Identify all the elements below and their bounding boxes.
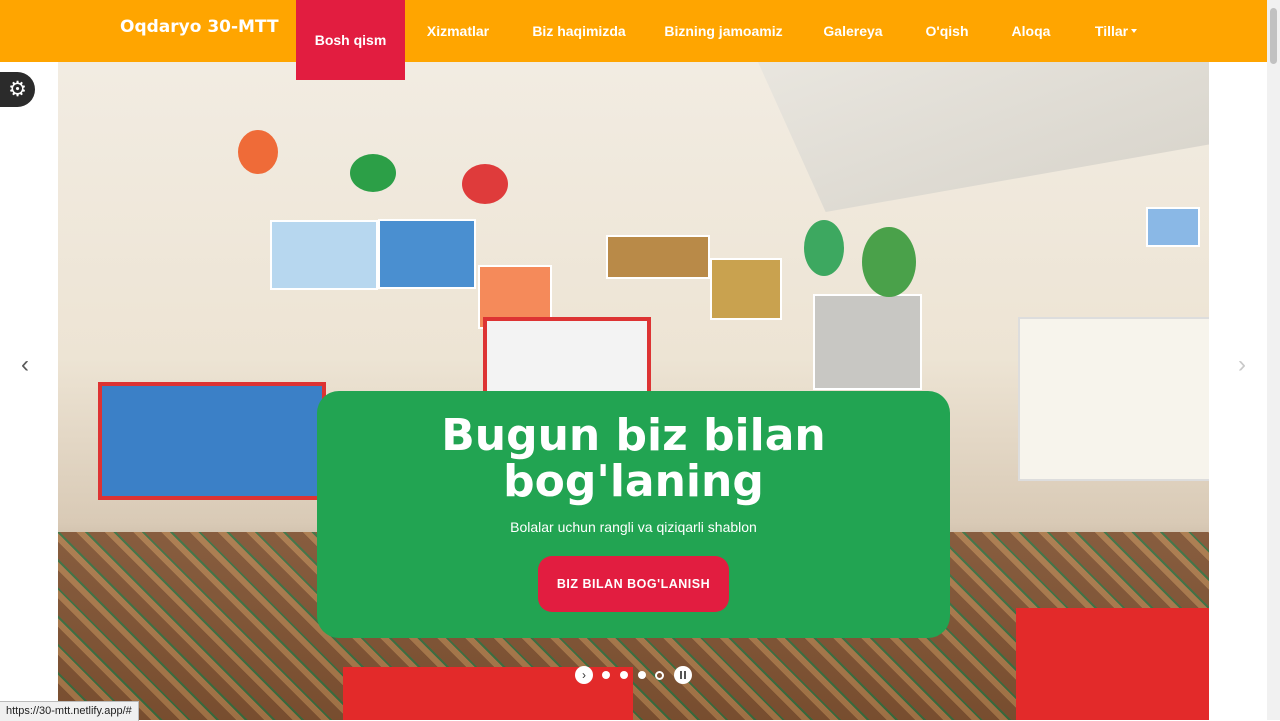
brand-logo-text[interactable]: Oqdaryo 30-MTT <box>120 17 279 37</box>
nav-item-tillar-dropdown[interactable]: Tillar <box>1087 0 1145 62</box>
strawberry-decoration <box>462 164 508 204</box>
nav-item-biz-haqimizda[interactable]: Biz haqimizda <box>527 0 631 62</box>
nav-item-label: Bizning jamoamiz <box>664 23 783 39</box>
carrot-decoration <box>238 130 278 174</box>
nav-item-aloqa[interactable]: Aloqa <box>1004 0 1058 62</box>
nav-item-label: Tillar <box>1094 23 1129 39</box>
hero-title: Bugun biz bilan bog'laning <box>441 410 826 507</box>
nav-item-label: Galereya <box>823 23 883 39</box>
status-bar-url: https://30-mtt.netlify.app/# <box>0 701 139 721</box>
nav-item-galereya[interactable]: Galereya <box>816 0 890 62</box>
nav-item-xizmatlar[interactable]: Xizmatlar <box>418 0 498 62</box>
nav-item-bizning-jamoamiz[interactable]: Bizning jamoamiz <box>660 0 787 62</box>
nav-item-label: Biz haqimizda <box>532 23 626 39</box>
top-navbar: Oqdaryo 30-MTT Bosh qism Xizmatlar Biz h… <box>0 0 1267 80</box>
nav-item-label: Bosh qism <box>314 32 387 48</box>
nav-item-label: O'qish <box>925 23 969 39</box>
caret-down-icon <box>1131 29 1138 33</box>
wall-poster <box>270 220 378 290</box>
ceiling-area <box>758 62 1209 212</box>
red-table <box>1016 608 1209 720</box>
scrollbar-thumb[interactable] <box>1270 8 1277 64</box>
white-cabinet <box>1018 317 1209 481</box>
wall-poster <box>813 294 922 390</box>
watermelon-decoration <box>350 154 396 192</box>
hero-subtitle: Bolalar uchun rangli va qiziqarli shablo… <box>510 519 757 535</box>
carousel-dot[interactable] <box>620 671 628 679</box>
carousel-dot-active[interactable] <box>655 671 664 680</box>
indicator-next-icon[interactable]: › <box>575 666 593 684</box>
wall-poster <box>378 219 476 289</box>
wall-poster <box>1146 207 1200 247</box>
nav-item-label: Xizmatlar <box>426 23 490 39</box>
cactus-decoration <box>804 220 844 276</box>
gear-icon[interactable]: ⚙ <box>0 72 35 107</box>
nav-item-label: Aloqa <box>1011 23 1051 39</box>
palm-tree-decoration <box>862 227 916 297</box>
pause-icon[interactable] <box>674 666 692 684</box>
hero-caption-card: Bugun biz bilan bog'laning Bolalar uchun… <box>317 391 950 638</box>
page-scrollbar[interactable] <box>1267 0 1280 720</box>
nav-item-bosh-qism[interactable]: Bosh qism <box>296 0 405 80</box>
carousel-dot[interactable] <box>638 671 646 679</box>
contact-us-button[interactable]: BIZ BILAN BOG'LANISH <box>538 556 729 612</box>
wall-poster <box>710 258 782 320</box>
carousel-next-icon[interactable]: › <box>1230 352 1254 378</box>
carousel-dot[interactable] <box>602 671 610 679</box>
wall-poster <box>606 235 710 279</box>
book-shelf <box>98 382 326 500</box>
carousel-prev-icon[interactable]: ‹ <box>13 352 37 378</box>
nav-item-oqish[interactable]: O'qish <box>919 0 975 62</box>
toy-shelf <box>483 317 651 395</box>
